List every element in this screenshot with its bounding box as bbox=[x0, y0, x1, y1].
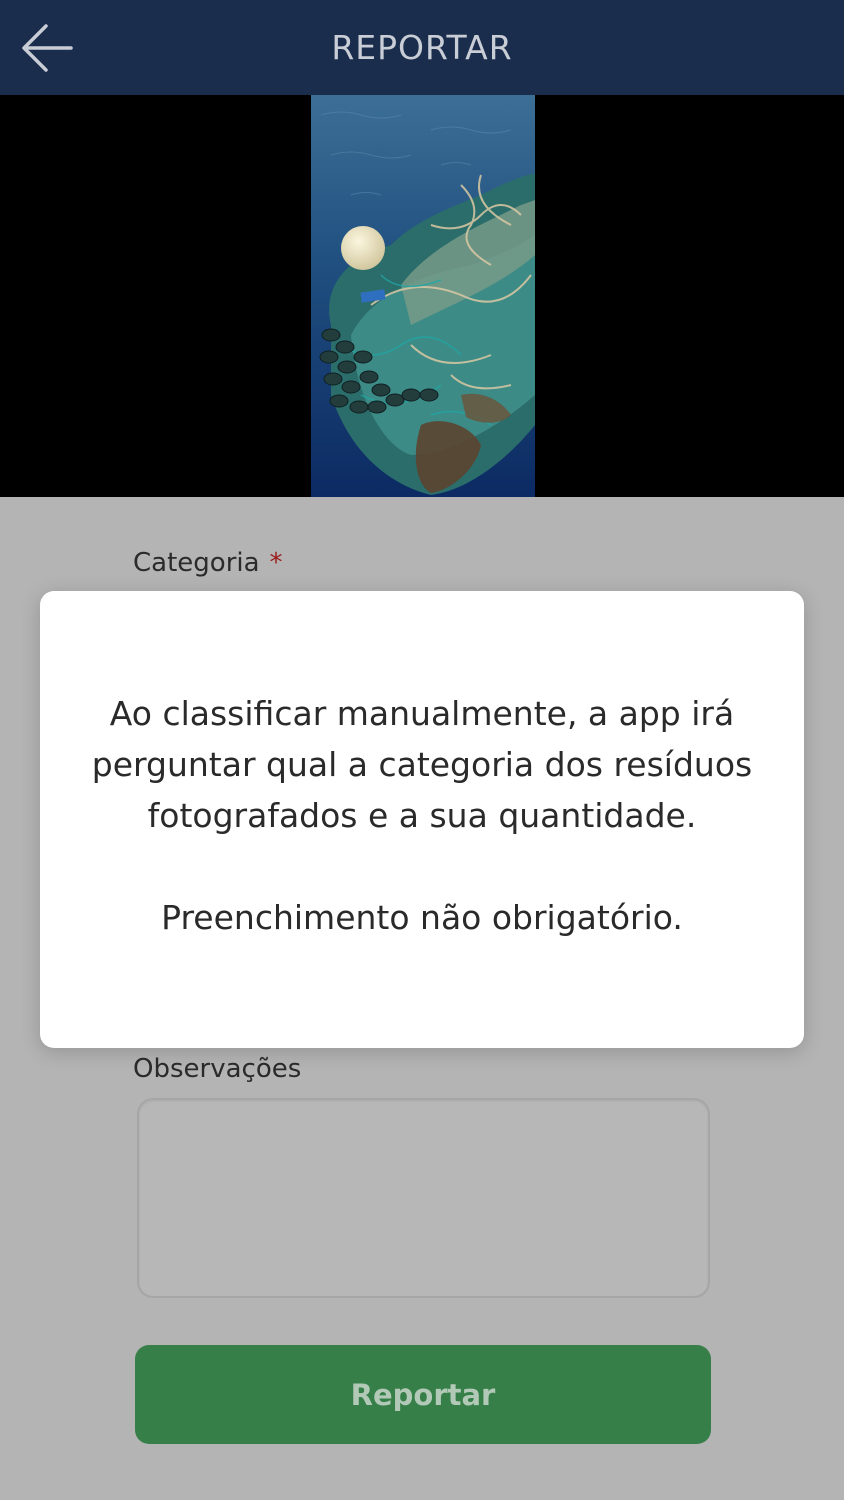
app-header: REPORTAR bbox=[0, 0, 844, 95]
dialog-note: Preenchimento não obrigatório. bbox=[161, 898, 683, 937]
dialog-message: Ao classificar manualmente, a app irá pe… bbox=[91, 694, 753, 835]
observations-label: Observações bbox=[133, 1054, 302, 1084]
report-button[interactable]: Reportar bbox=[135, 1345, 711, 1444]
report-screen: REPORTAR Categoria * Observações Reporta… bbox=[0, 0, 844, 1500]
marine-debris-photo bbox=[311, 95, 535, 497]
info-dialog[interactable]: Ao classificar manualmente, a app irá pe… bbox=[40, 591, 804, 1048]
back-button[interactable] bbox=[18, 20, 76, 76]
required-marker: * bbox=[269, 548, 283, 578]
observations-textarea[interactable] bbox=[137, 1098, 710, 1298]
page-title: REPORTAR bbox=[331, 28, 513, 67]
category-label: Categoria * bbox=[133, 548, 283, 578]
arrow-left-icon bbox=[22, 24, 73, 72]
photo-preview bbox=[0, 95, 844, 497]
